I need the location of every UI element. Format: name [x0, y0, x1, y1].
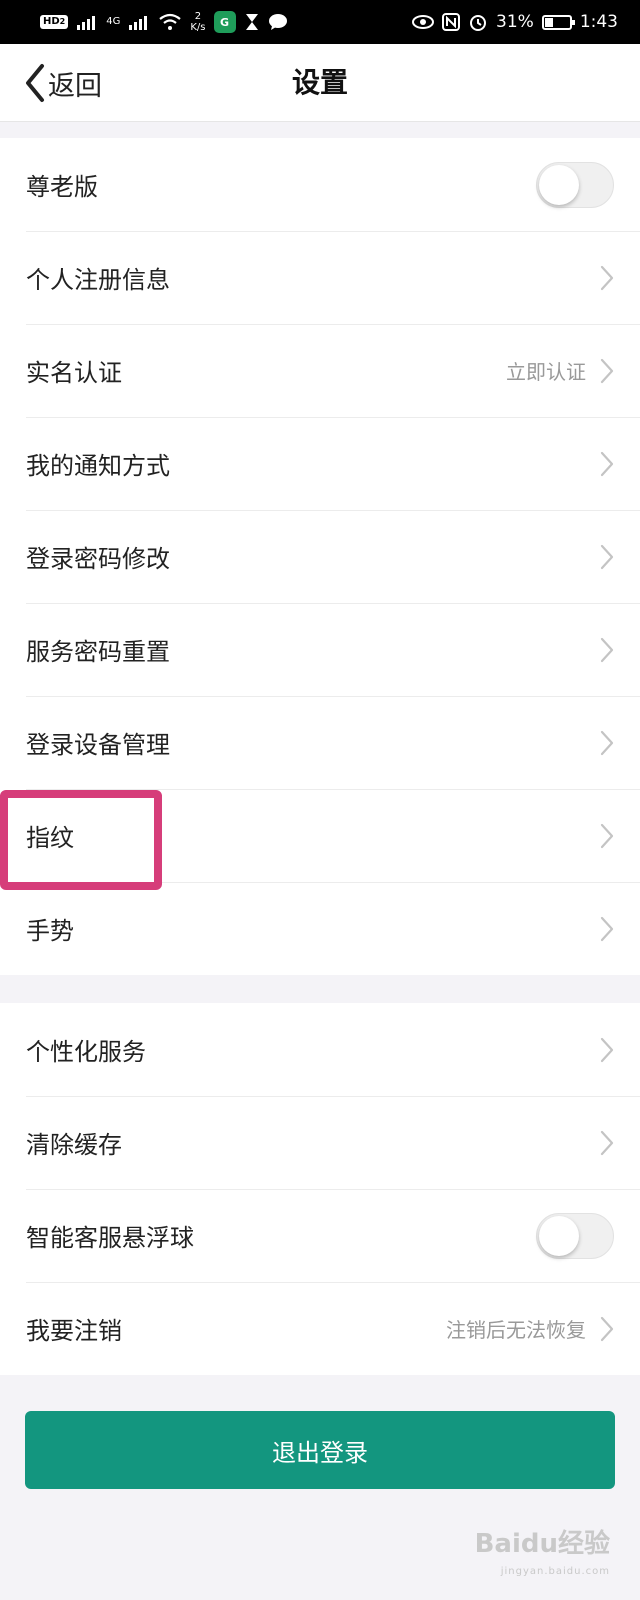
chevron-right-icon	[600, 265, 614, 290]
toggle-switch[interactable]	[536, 161, 614, 208]
chat-bubble-icon	[268, 14, 287, 30]
signal-icon-2	[129, 16, 148, 30]
alarm-icon	[470, 15, 487, 31]
row-value: 立即认证	[506, 360, 586, 384]
settings-row-group2-0[interactable]: 个性化服务	[0, 1003, 640, 1096]
settings-row-group1-7[interactable]: 指纹	[0, 789, 640, 882]
row-label: 个性化服务	[26, 1038, 146, 1066]
row-label: 尊老版	[26, 173, 98, 201]
eye-icon	[412, 15, 435, 29]
net-speed: 2 K/s	[190, 11, 206, 33]
nav-bar: 返回 设置	[0, 44, 640, 122]
chevron-right-icon	[600, 1316, 614, 1341]
chevron-right-icon	[600, 1037, 614, 1062]
status-left: HD2 4G 2 K/s G	[40, 11, 288, 33]
battery-icon	[541, 14, 575, 30]
nfc-icon	[442, 13, 461, 31]
row-label: 我的通知方式	[26, 452, 170, 480]
row-label: 服务密码重置	[26, 638, 170, 666]
chevron-right-icon	[600, 916, 614, 941]
settings-row-group1-0[interactable]: 尊老版	[0, 138, 640, 231]
settings-row-group1-5[interactable]: 服务密码重置	[0, 603, 640, 696]
page-title: 设置	[291, 66, 348, 99]
baidu-watermark: Baidu经验 jingyan.baidu.com	[474, 1529, 610, 1577]
hd-badge: HD2	[40, 15, 69, 29]
settings-row-group1-3[interactable]: 我的通知方式	[0, 417, 640, 510]
settings-row-group1-6[interactable]: 登录设备管理	[0, 696, 640, 789]
status-bar: HD2 4G 2 K/s G 31% 1:43	[0, 0, 640, 44]
toggle-knob	[539, 164, 579, 205]
settings-group-2: 个性化服务清除缓存智能客服悬浮球 我要注销 注销后无法恢复	[0, 1003, 640, 1375]
chevron-right-icon	[600, 637, 614, 662]
row-label: 登录密码修改	[26, 545, 170, 573]
chevron-right-icon	[600, 358, 614, 383]
chevron-right-icon	[600, 1130, 614, 1155]
row-label: 手势	[26, 917, 74, 945]
chevron-right-icon	[600, 730, 614, 755]
row-label: 实名认证	[26, 359, 122, 387]
hourglass-icon	[245, 14, 258, 30]
app-notification-icon: G	[213, 11, 236, 33]
settings-row-group2-3[interactable]: 我要注销 注销后无法恢复	[0, 1282, 640, 1375]
row-label: 清除缓存	[26, 1131, 122, 1159]
row-label: 我要注销	[26, 1317, 122, 1345]
settings-row-group1-2[interactable]: 实名认证 立即认证	[0, 324, 640, 417]
row-value: 注销后无法恢复	[446, 1318, 586, 1342]
wifi-icon	[159, 13, 182, 30]
settings-row-group1-1[interactable]: 个人注册信息	[0, 231, 640, 324]
chevron-right-icon	[600, 823, 614, 848]
settings-row-group2-1[interactable]: 清除缓存	[0, 1096, 640, 1189]
status-right: 31% 1:43	[412, 12, 618, 32]
row-label: 指纹	[26, 824, 74, 852]
row-label: 智能客服悬浮球	[26, 1224, 194, 1252]
settings-row-group1-8[interactable]: 手势	[0, 882, 640, 975]
network-type: 4G	[106, 16, 121, 27]
clock: 1:43	[579, 12, 618, 32]
chevron-right-icon	[600, 544, 614, 569]
chevron-right-icon	[600, 451, 614, 476]
settings-group-1: 尊老版个人注册信息 实名认证 立即认证我的通知方式 登录密码修改 服务密码重置 登录设备管…	[0, 138, 640, 975]
toggle-knob	[539, 1215, 579, 1256]
settings-row-group2-2[interactable]: 智能客服悬浮球	[0, 1189, 640, 1282]
logout-button[interactable]: 退出登录	[25, 1411, 615, 1489]
toggle-switch[interactable]	[536, 1212, 614, 1259]
row-label: 个人注册信息	[26, 266, 170, 294]
row-label: 登录设备管理	[26, 731, 170, 759]
settings-row-group1-4[interactable]: 登录密码修改	[0, 510, 640, 603]
signal-icon	[77, 16, 96, 30]
battery-percent: 31%	[496, 12, 534, 32]
